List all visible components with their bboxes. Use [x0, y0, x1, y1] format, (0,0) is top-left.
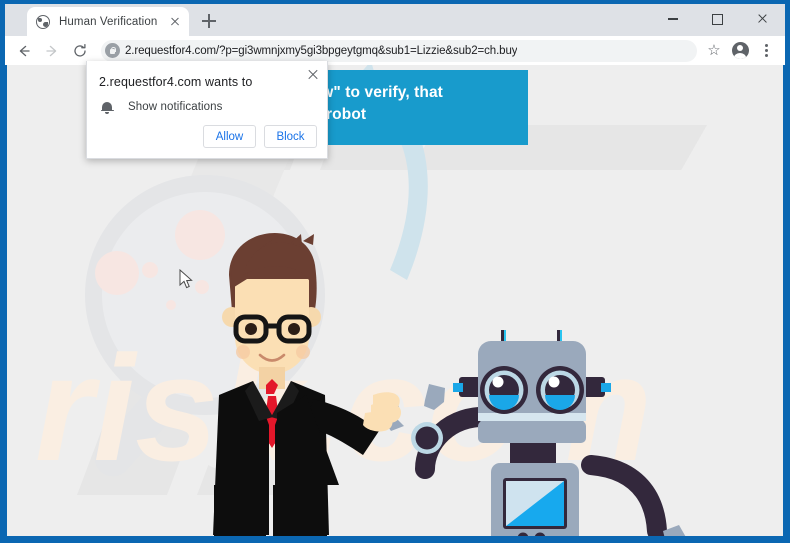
notification-permission-dialog: 2.requestfor4.com wants to Show notifica…	[86, 61, 328, 159]
forward-button[interactable]	[39, 38, 65, 64]
tab-strip: Human Verification	[5, 4, 785, 36]
permission-row: Show notifications	[99, 99, 223, 115]
close-window-button[interactable]	[740, 4, 785, 34]
dialog-actions: Allow Block	[203, 125, 317, 148]
allow-button[interactable]: Allow	[203, 125, 256, 148]
reload-icon	[74, 43, 86, 57]
star-icon: ☆	[707, 42, 721, 59]
menu-button[interactable]	[753, 38, 779, 64]
bookmark-button[interactable]: ☆	[701, 38, 727, 64]
close-dialog-icon[interactable]	[305, 67, 320, 82]
new-tab-button[interactable]	[195, 7, 223, 35]
profile-button[interactable]	[727, 38, 753, 64]
block-button[interactable]: Block	[264, 125, 317, 148]
account-avatar-icon	[731, 42, 749, 59]
tab-title: Human Verification	[59, 15, 158, 28]
url-text: 2.requestfor4.com/?p=gi3wmnjxmy5gi3bpgey…	[125, 44, 518, 57]
window-controls	[650, 4, 785, 34]
permission-label: Show notifications	[128, 101, 223, 113]
mouse-cursor	[179, 269, 193, 289]
browser-tab[interactable]: Human Verification	[27, 7, 189, 36]
maximize-button[interactable]	[695, 4, 740, 34]
lock-icon	[105, 43, 120, 58]
bell-icon	[99, 99, 115, 115]
address-bar[interactable]: 2.requestfor4.com/?p=gi3wmnjxmy5gi3bpgey…	[101, 39, 697, 62]
back-button[interactable]	[11, 38, 37, 64]
browser-window: Human Verification 2.requestfor4.com/?p=…	[0, 0, 790, 543]
back-arrow-icon	[19, 45, 30, 56]
minimize-button[interactable]	[650, 4, 695, 34]
three-dot-menu-icon	[764, 43, 768, 58]
reload-button[interactable]	[67, 38, 93, 64]
globe-icon	[36, 14, 50, 29]
dialog-title: 2.requestfor4.com wants to	[99, 75, 253, 89]
forward-arrow-icon	[46, 45, 57, 56]
close-tab-icon[interactable]	[167, 14, 183, 30]
